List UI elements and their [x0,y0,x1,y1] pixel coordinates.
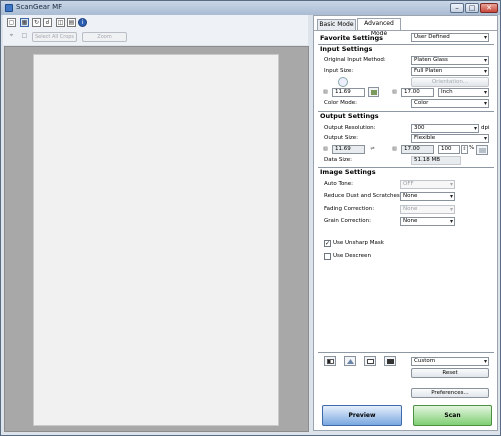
grain-correction-label: Grain Correction: [324,218,371,224]
preview-toolbar: ▢ ▦ ↻ ☌ ◫ ▤ i ⌖ □ Select All Crops Zoom [3,15,308,45]
brightness-icon[interactable] [324,356,336,366]
threshold-icon[interactable] [384,356,396,366]
section-divider [318,352,494,353]
dpi-label: dpi [481,125,490,131]
preview-area[interactable] [4,46,309,432]
data-size-value: 51.18 MB [411,156,461,165]
color-mode-label: Color Mode: [324,100,357,106]
maximize-button[interactable]: □ [465,3,479,13]
input-width-field[interactable]: 11.69 [332,88,365,97]
output-width-icon: ▧ [323,146,328,152]
tab-basic-mode[interactable]: Basic Mode [317,19,356,30]
delete-crop-icon[interactable]: □ [20,32,29,41]
window-title: ScanGear MF [16,3,63,11]
output-height-field: 17.00 [401,145,434,154]
output-width-field: 11.69 [332,145,365,154]
output-height-icon: ▧ [392,146,397,152]
preview-page[interactable] [33,54,279,426]
preview-button[interactable]: Preview [322,405,402,426]
output-size-label: Output Size: [324,135,358,141]
zoom-icon[interactable]: ☌ [43,18,52,27]
orientation-icon [338,77,348,87]
image-settings-heading: Image Settings [320,168,376,176]
favorite-settings-dropdown[interactable]: User Defined [411,33,489,42]
monitor-icon[interactable]: ▤ [67,18,76,27]
auto-tone-dropdown[interactable]: OFF [400,180,455,189]
input-method-label: Original Input Method: [324,57,386,63]
aspect-lock-icon[interactable] [368,87,379,97]
reduce-dust-dropdown[interactable]: None [400,192,455,201]
tone-curve-icon[interactable] [364,356,376,366]
crop-icon[interactable]: ▢ [7,18,16,27]
layout-icon[interactable]: ◫ [56,18,65,27]
histogram-icon[interactable] [344,356,356,366]
minimize-button[interactable]: – [450,3,464,13]
link-icon: ⇌ [370,146,375,152]
output-resolution-label: Output Resolution: [324,125,376,131]
height-icon: ▧ [392,89,397,95]
input-method-dropdown[interactable]: Platen Glass [411,56,489,65]
scale-stepper[interactable]: ⇕ [461,145,468,154]
input-height-field[interactable]: 17.00 [401,88,434,97]
unsharp-mask-checkbox[interactable]: ✓ [324,240,331,247]
auto-tone-label: Auto Tone: [324,181,354,187]
unsharp-mask-label: Use Unsharp Mask [333,240,384,246]
orientation-button[interactable]: Orientation... [411,77,489,87]
close-button[interactable]: ✕ [480,3,498,13]
scan-button[interactable]: Scan [413,405,492,426]
tab-advanced-mode[interactable]: Advanced Mode [357,18,401,37]
info-icon[interactable]: i [78,18,87,27]
data-size-label: Data Size: [324,157,353,163]
zoom-button[interactable]: Zoom [82,32,127,42]
color-mode-dropdown[interactable]: Color [411,99,489,108]
favorite-settings-label: Favorite Settings [320,34,384,42]
unit-dropdown[interactable]: Inch [438,88,489,97]
width-icon: ▧ [323,89,328,95]
tab-divider [314,30,497,31]
rotate-icon[interactable]: ↻ [32,18,41,27]
scanner-app-icon [5,4,13,12]
select-all-crops-button[interactable]: Select All Crops [32,32,77,42]
input-size-label: Input Size: [324,68,354,74]
multi-crop-icon[interactable]: ▦ [20,18,29,27]
reset-button[interactable]: Reset [411,368,489,378]
percent-label: % [469,145,475,151]
preferences-button[interactable]: Preferences... [411,388,489,398]
reduce-dust-label: Reduce Dust and Scratches: [324,193,402,199]
settings-panel: Basic Mode Advanced Mode Favorite Settin… [313,15,498,431]
grain-correction-dropdown[interactable]: None [400,217,455,226]
adjustment-preset-dropdown[interactable]: Custom [411,357,489,366]
output-resolution-dropdown[interactable]: 300 [411,124,479,133]
crop-frame-icon[interactable]: ⌖ [7,32,16,41]
fading-correction-label: Fading Correction: [324,206,375,212]
descreen-label: Use Descreen [333,253,371,259]
input-settings-heading: Input Settings [320,45,373,53]
input-size-dropdown[interactable]: Full Platen [411,67,489,76]
output-lock-icon[interactable] [476,145,488,155]
output-settings-heading: Output Settings [320,112,379,120]
scale-field[interactable]: 100 [438,145,460,154]
descreen-checkbox[interactable] [324,253,331,260]
title-bar: ScanGear MF – □ ✕ [1,1,500,15]
output-size-dropdown[interactable]: Flexible [411,134,489,143]
scangear-window: ScanGear MF – □ ✕ ▢ ▦ ↻ ☌ ◫ ▤ i ⌖ □ Sele… [0,0,501,436]
fading-correction-dropdown[interactable]: None [400,205,455,214]
